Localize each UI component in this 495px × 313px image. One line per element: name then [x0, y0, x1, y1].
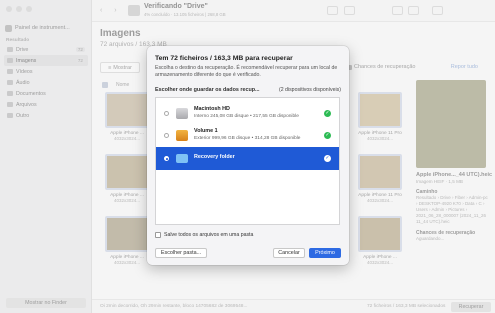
checkmark-icon: ✓: [324, 155, 331, 162]
save-all-checkbox[interactable]: [155, 232, 161, 238]
recovery-dialog: Tem 72 ficheiros / 163,3 MB para recuper…: [147, 46, 349, 265]
checkmark-icon: ✓: [324, 132, 331, 139]
drive-name: Recovery folder: [194, 154, 235, 160]
save-all-label: Salve todos os arquivos em uma pasta: [164, 232, 254, 238]
destination-list: Macintosh HD Interno 245,08 GB disque • …: [155, 97, 340, 225]
choose-folder-button[interactable]: Escolher pasta...: [155, 248, 207, 258]
radio-button[interactable]: [164, 111, 169, 116]
radio-button[interactable]: [164, 133, 169, 138]
drive-info: Exterior 999,96 GB disque • 314,28 GB di…: [194, 136, 301, 141]
checkmark-icon: ✓: [324, 110, 331, 117]
next-button[interactable]: Próximo: [309, 248, 341, 258]
cancel-button[interactable]: Cancelar: [273, 248, 305, 258]
internal-disk-icon: [176, 108, 188, 119]
external-disk-icon: [176, 130, 188, 141]
folder-icon: [176, 154, 188, 163]
destination-macintosh-hd[interactable]: Macintosh HD Interno 245,08 GB disque • …: [156, 103, 339, 124]
drive-name: Volume 1: [194, 128, 218, 134]
dialog-description: Escolha o destino da recuperação. É reco…: [155, 65, 338, 78]
destination-recovery-folder[interactable]: Recovery folder ✓: [156, 147, 339, 170]
drive-info: Interno 245,08 GB disque • 217,55 GB dis…: [194, 114, 299, 119]
dialog-title: Tem 72 ficheiros / 163,3 MB para recuper…: [155, 55, 293, 62]
drive-name: Macintosh HD: [194, 106, 230, 112]
save-all-option[interactable]: Salve todos os arquivos em uma pasta: [155, 232, 253, 238]
destination-volume-1[interactable]: Volume 1 Exterior 999,96 GB disque • 314…: [156, 125, 339, 146]
radio-button[interactable]: [164, 156, 169, 161]
choose-destination-label: Escolher onde guardar os dados recup...: [155, 87, 260, 93]
available-devices-count: (2 dispositivos disponíveis): [279, 87, 341, 93]
